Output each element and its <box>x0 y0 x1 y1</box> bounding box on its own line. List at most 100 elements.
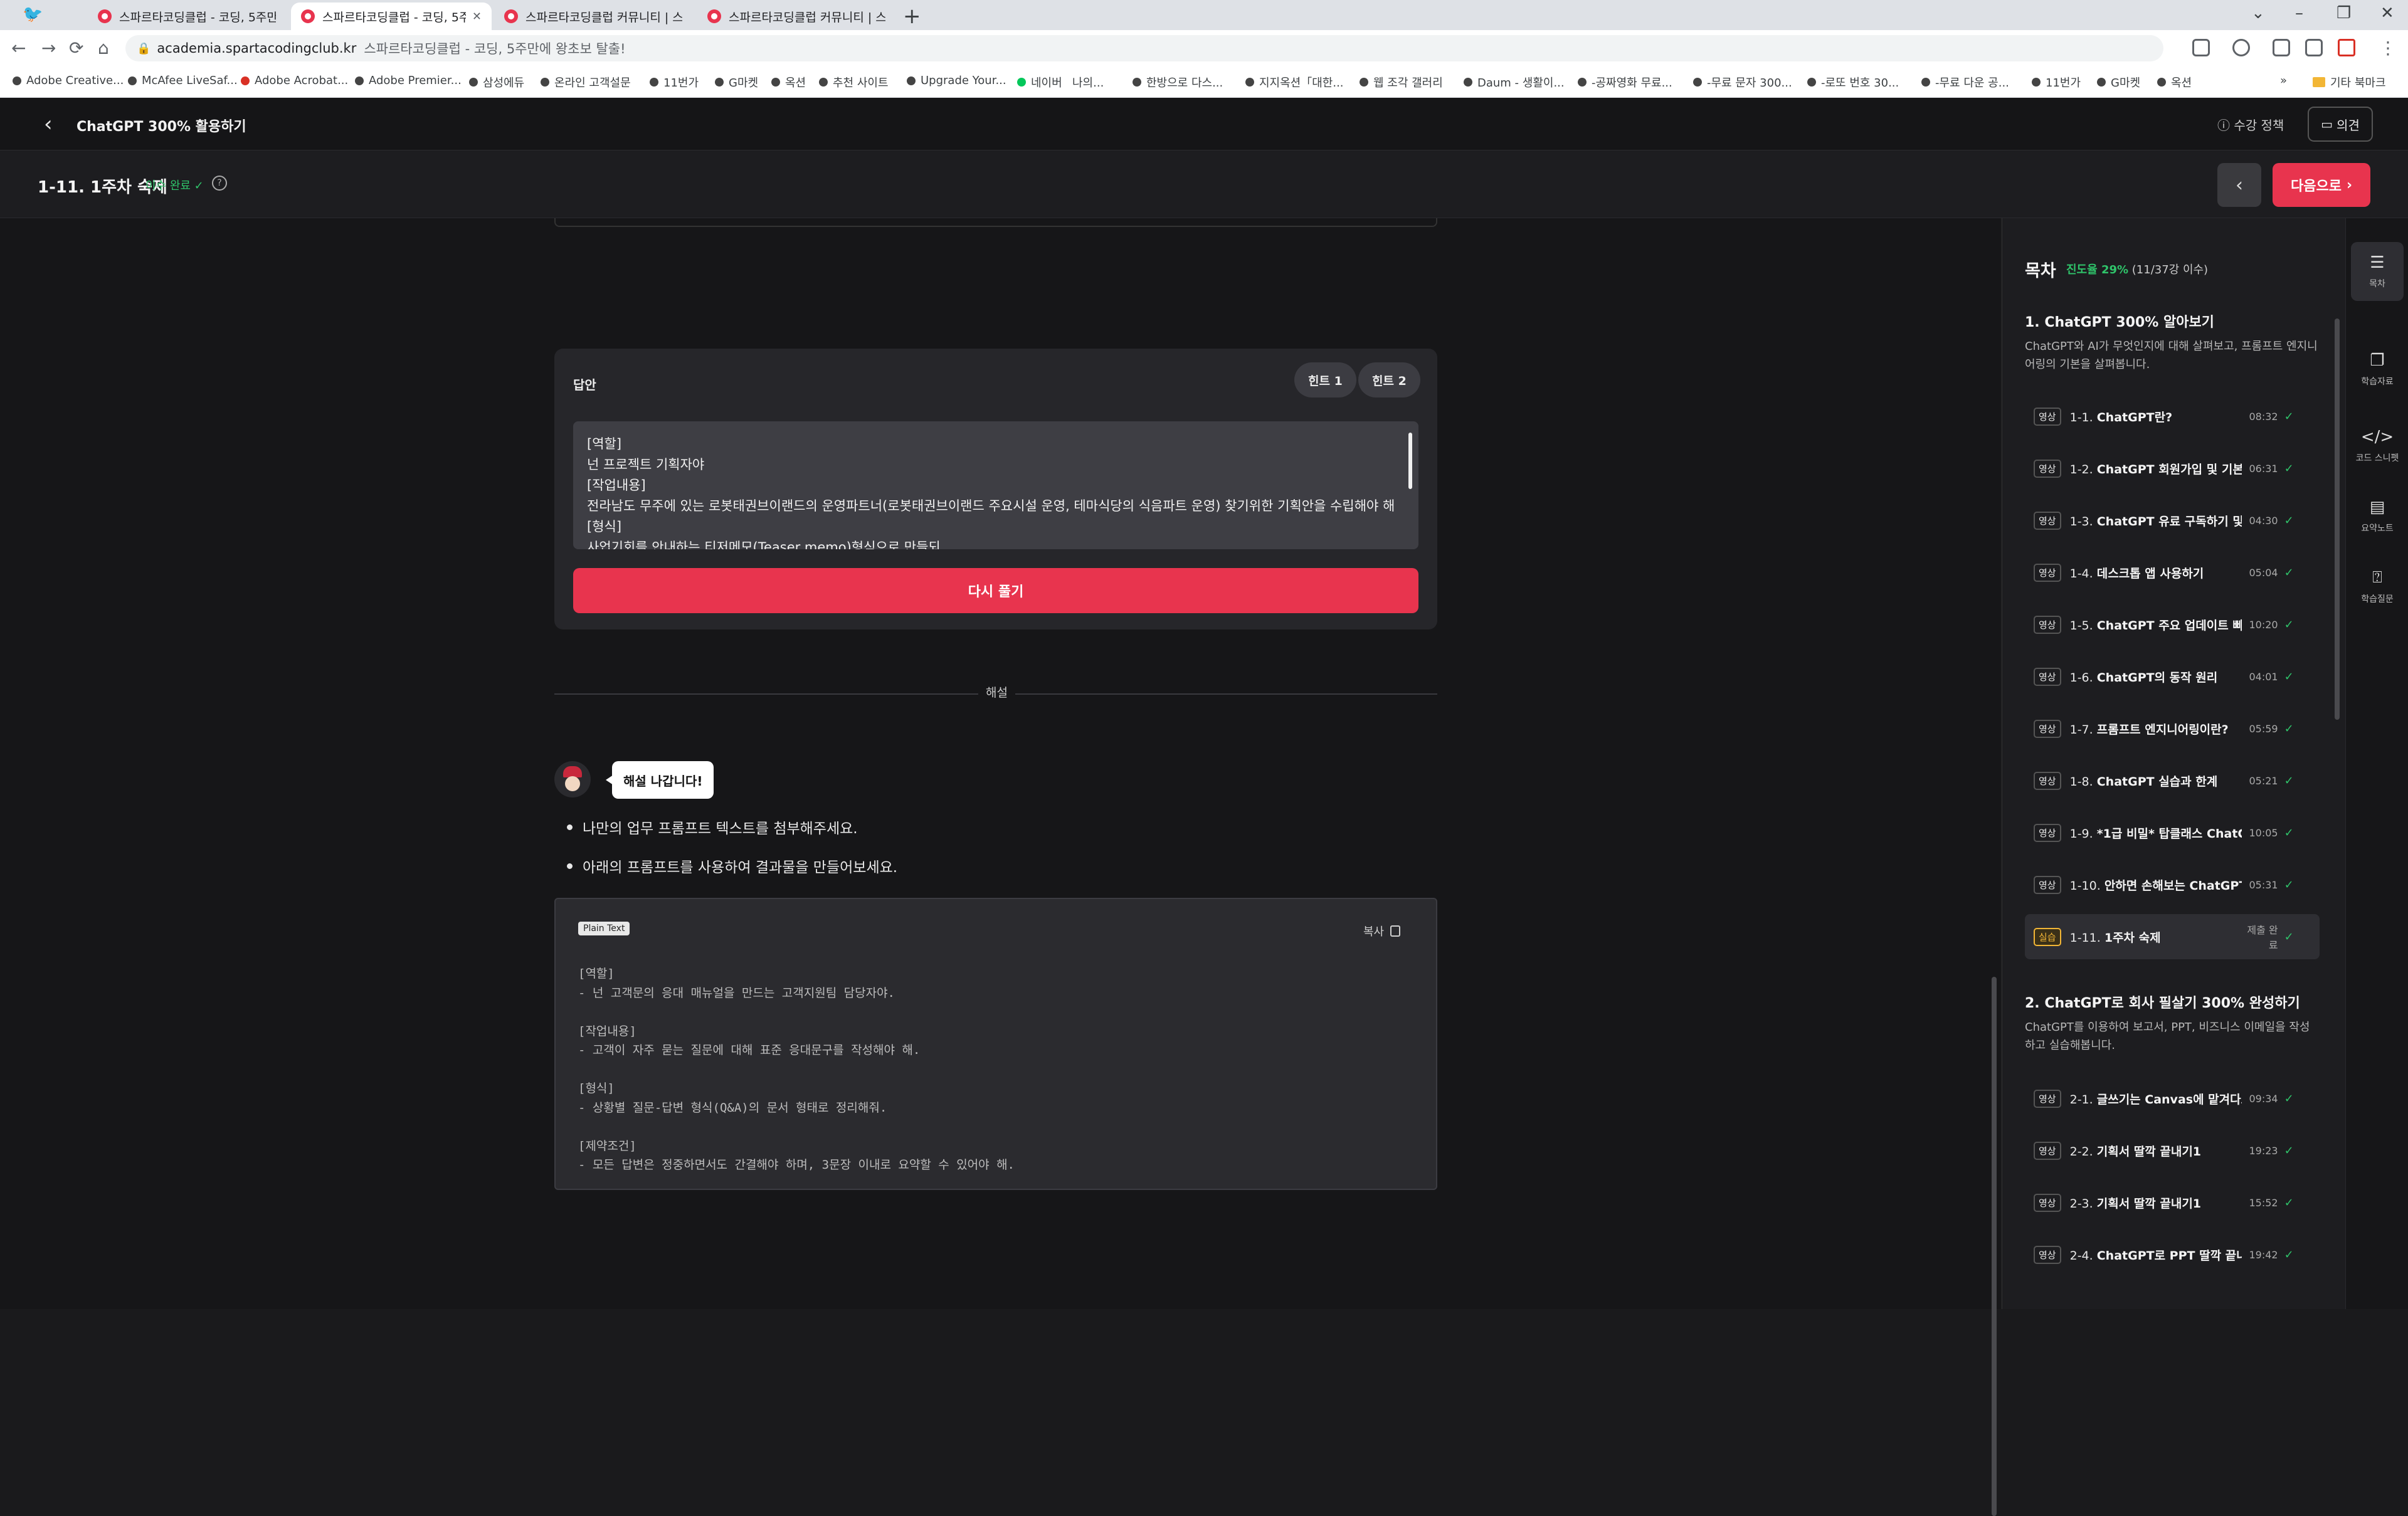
bookmark-item[interactable]: G마켓 <box>2097 74 2140 90</box>
lesson-item[interactable]: 영상 1-7. 프롬프트 엔지니어링이란? 05:59 ✓ <box>2025 706 2320 751</box>
browser-tab[interactable]: 스파르타코딩클럽 - 코딩, 5주만에 <box>88 3 288 30</box>
bookmark-item[interactable]: -무료 문자 300... <box>1693 74 1792 90</box>
lesson-item[interactable]: 영상 1-2. ChatGPT 회원가입 및 기본 사용법 06:31 ✓ <box>2025 446 2320 491</box>
rail-notes[interactable]: ▤ 요약노트 <box>2351 487 2404 545</box>
lesson-name: 2-3. 기획서 딸깍 끝내기1 <box>2069 1196 2202 1211</box>
code-language-badge: Plain Text <box>578 922 630 935</box>
bookmark-item[interactable]: 한방으로 다스... <box>1133 74 1223 90</box>
minimize-icon[interactable]: – <box>2295 4 2303 23</box>
menu-dots-icon[interactable]: ⋮ <box>2379 38 2397 58</box>
bookmark-item[interactable]: G마켓 <box>715 74 758 90</box>
rail-toc[interactable]: ☰ 목차 <box>2351 242 2404 301</box>
lesson-duration: 06:31 <box>2249 462 2278 475</box>
answer-textarea[interactable]: [역할] 넌 프로젝트 기획자야 [작업내용] 전라남도 무주에 있는 로봇태권… <box>573 421 1418 549</box>
bookmark-item[interactable]: 네이버 <box>1017 74 1062 90</box>
lesson-item[interactable]: 영상 2-1. 글쓰기는 Canvas에 맡겨다오 09:34 ✓ <box>2025 1076 2320 1121</box>
answer-line: [역할] <box>587 436 622 451</box>
textarea-scrollbar[interactable] <box>1408 433 1412 489</box>
copy-button[interactable]: 복사 <box>1363 923 1401 939</box>
bookmark-item[interactable]: 웹 조각 갤러리 <box>1360 74 1443 90</box>
lesson-duration: 10:20 <box>2249 618 2278 631</box>
browser-tab[interactable]: 스파르타코딩클럽 커뮤니티 | 스파 <box>697 3 898 30</box>
bookmark-item[interactable]: Adobe Premier... <box>355 74 462 87</box>
lesson-item[interactable]: 영상 1-3. ChatGPT 유료 구독하기 및 결제 04:30 ✓ <box>2025 498 2320 543</box>
back-arrow-icon[interactable]: ← <box>11 38 26 58</box>
bookmark-item[interactable]: 옥션 <box>771 74 806 90</box>
bookmark-item[interactable]: 온라인 고객설문 <box>541 74 631 90</box>
section-title[interactable]: 2. ChatGPT로 회사 필살기 300% 완성하기 <box>2025 992 2300 1012</box>
chevron-right-icon: › <box>2346 177 2353 193</box>
restore-icon[interactable]: ❐ <box>2337 4 2351 23</box>
extensions-icon[interactable] <box>2305 39 2323 56</box>
lesson-item[interactable]: 영상 1-8. ChatGPT 실습과 한계 05:21 ✓ <box>2025 758 2320 803</box>
bookmark-item[interactable]: Daum - 생활이... <box>1464 74 1565 90</box>
lesson-type-badge: 영상 <box>2034 459 2061 478</box>
feedback-button[interactable]: ▭ 의견 <box>2308 107 2373 142</box>
lesson-item[interactable]: 영상 1-1. ChatGPT란? 08:32 ✓ <box>2025 394 2320 439</box>
bookmarks-bar: Adobe Creative... McAfee LiveSaf... Adob… <box>0 66 2408 98</box>
bookmark-item[interactable]: -공짜영화 무료... <box>1578 74 1672 90</box>
other-bookmarks[interactable]: 기타 북마크 <box>2313 74 2386 90</box>
lesson-item[interactable]: 영상 1-4. 데스크톱 앱 사용하기 05:04 ✓ <box>2025 550 2320 595</box>
toc-sidebar: 목차 진도율 29% (11/37강 이수) 1. ChatGPT 300% 알… <box>2002 218 2345 1309</box>
url-input[interactable]: 🔒 academia.spartacodingclub.kr 스파르타코딩클럽 … <box>125 35 2163 61</box>
lesson-name: 1-6. ChatGPT의 동작 원리 <box>2069 670 2218 685</box>
lesson-item[interactable]: 영상 1-10. 안하면 손해보는 ChatGPT 기능 05:31 ✓ <box>2025 862 2320 907</box>
lesson-item[interactable]: 실습 1-11. 1주차 숙제 제출 완료 ✓ <box>2025 914 2320 959</box>
site-favicon-icon <box>707 9 721 23</box>
help-icon[interactable]: ? <box>212 176 227 191</box>
close-tab-icon[interactable]: ✕ <box>472 10 482 23</box>
share-icon[interactable] <box>2192 39 2210 56</box>
bookmark-item[interactable]: 11번가 <box>2032 74 2081 90</box>
hint-1-button[interactable]: 힌트 1 <box>1294 362 1356 397</box>
alert-icon[interactable] <box>2338 39 2355 56</box>
bookmark-item[interactable]: McAfee LiveSaf... <box>128 74 238 87</box>
retry-button[interactable]: 다시 풀기 <box>573 568 1418 613</box>
bookmark-item[interactable]: 추천 사이트 <box>819 74 889 90</box>
lesson-item[interactable]: 영상 1-6. ChatGPT의 동작 원리 04:01 ✓ <box>2025 654 2320 699</box>
lesson-item[interactable]: 영상 2-4. ChatGPT로 PPT 딸깍 끝내기 19:42 ✓ <box>2025 1232 2320 1277</box>
download-icon[interactable] <box>2273 39 2290 56</box>
bookmark-item[interactable]: -로또 번호 30... <box>1807 74 1899 90</box>
next-lesson-button[interactable]: 다음으로 › <box>2273 163 2370 207</box>
content-scrollbar[interactable] <box>1992 977 1997 1516</box>
rail-materials[interactable]: ❐ 학습자료 <box>2351 340 2404 399</box>
check-icon: ✓ <box>2284 409 2294 423</box>
check-icon: ✓ <box>2284 774 2294 787</box>
tab-search-icon[interactable]: ⌄ <box>2251 4 2265 23</box>
reload-icon[interactable]: ⟳ <box>69 38 83 58</box>
back-chevron-icon[interactable]: ‹ <box>44 112 53 137</box>
bookmark-item[interactable]: 지지옥션「대한... <box>1245 74 1344 90</box>
browser-tab[interactable]: 스파르타코딩클럽 커뮤니티 | 스파 <box>494 3 695 30</box>
lesson-type-badge: 영상 <box>2034 667 2061 686</box>
bookmark-item[interactable]: Adobe Acrobat... <box>241 74 348 87</box>
bookmark-item[interactable]: 옥션 <box>2157 74 2192 90</box>
new-tab-icon[interactable]: + <box>903 4 921 29</box>
copy-icon <box>1390 925 1401 937</box>
prev-lesson-button[interactable]: ‹ <box>2217 163 2261 207</box>
forward-arrow-icon[interactable]: → <box>41 38 56 58</box>
lesson-item[interactable]: 영상 2-2. 기획서 딸깍 끝내기1 19:23 ✓ <box>2025 1128 2320 1173</box>
bookmark-star-icon[interactable] <box>2232 39 2250 56</box>
rail-questions[interactable]: ⍰ 학습질문 <box>2351 557 2404 616</box>
bookmark-item[interactable]: -무료 다운 공... <box>1921 74 2009 90</box>
section-title[interactable]: 1. ChatGPT 300% 알아보기 <box>2025 311 2214 331</box>
rail-snippets[interactable]: </> 코드 스니펫 <box>2351 416 2404 475</box>
lesson-item[interactable]: 영상 1-5. ChatGPT 주요 업데이트 빠르게 10:20 ✓ <box>2025 602 2320 647</box>
lesson-item[interactable]: 영상 1-9. *1급 비밀* 탑클래스 ChatGPT 활용 10:05 ✓ <box>2025 810 2320 855</box>
bookmark-item[interactable]: 11번가 <box>650 74 699 90</box>
bookmarks-overflow-icon[interactable]: » <box>2280 74 2287 87</box>
lesson-item[interactable]: 영상 2-3. 기획서 딸깍 끝내기1 15:52 ✓ <box>2025 1180 2320 1225</box>
browser-tab-active[interactable]: 스파르타코딩클럽 - 코딩, 5주만에 ✕ <box>291 3 492 30</box>
bookmark-item[interactable]: Upgrade Your... <box>907 74 1006 87</box>
page-title-hint: 스파르타코딩클럽 - 코딩, 5주만에 왕초보 탈출! <box>364 41 626 56</box>
home-icon[interactable]: ⌂ <box>98 38 109 58</box>
bookmark-item[interactable]: 삼성에듀 <box>469 74 524 90</box>
policy-link[interactable]: ⓘ 수강 정책 <box>2217 115 2284 134</box>
sidebar-scrollbar[interactable] <box>2335 318 2340 720</box>
lesson-name: 1-4. 데스크톱 앱 사용하기 <box>2069 566 2204 581</box>
bookmark-item[interactable]: Adobe Creative... <box>13 74 124 87</box>
close-window-icon[interactable]: ✕ <box>2380 4 2394 23</box>
hint-2-button[interactable]: 힌트 2 <box>1358 362 1420 397</box>
bookmark-item[interactable]: 나의... <box>1072 74 1104 90</box>
